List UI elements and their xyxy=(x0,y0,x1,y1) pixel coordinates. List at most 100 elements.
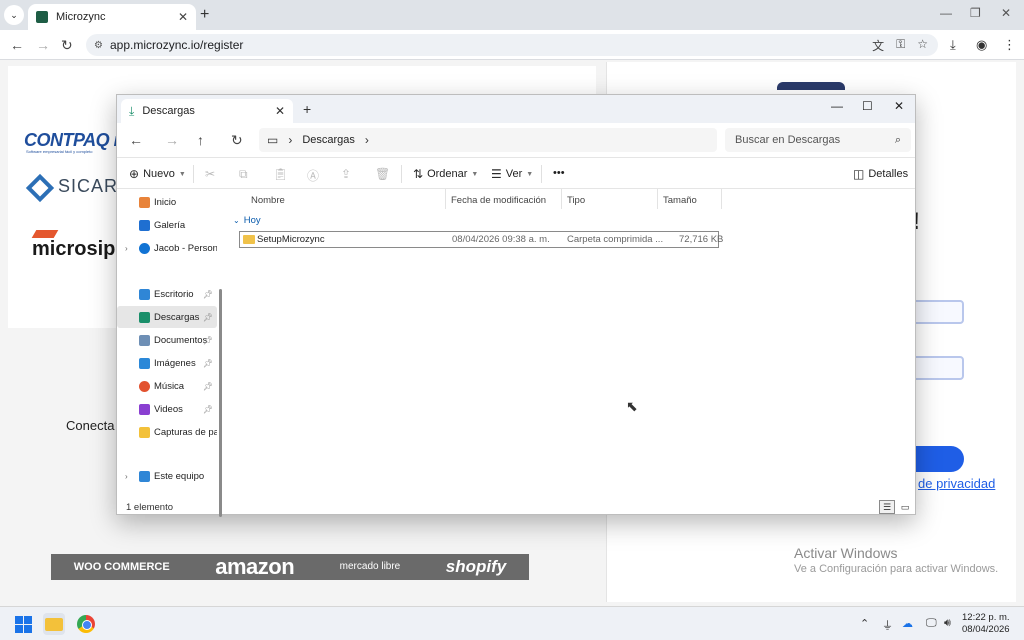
browser-menu-icon[interactable]: ⋮ xyxy=(1003,37,1016,53)
conecta-text: Conecta t xyxy=(66,418,122,433)
tab-search-menu-button[interactable]: ⌄ xyxy=(4,5,24,25)
volume-icon[interactable]: 🔊︎ xyxy=(944,617,951,630)
new-button[interactable]: ⊕ Nuevo ▼ xyxy=(129,167,186,181)
sidebar-item-inicio[interactable]: Inicio xyxy=(117,191,217,213)
network-icon[interactable]: 🖵︎ xyxy=(926,617,937,630)
share-icon[interactable]: ⇪ xyxy=(341,167,351,181)
column-divider[interactable] xyxy=(561,189,562,209)
browser-tab-strip: ⌄ Microzync ✕ + — ❐ ✕ xyxy=(0,0,1024,30)
onedrive-icon xyxy=(139,242,150,254)
more-options-button[interactable]: ••• xyxy=(553,167,565,179)
sidebar-scrollbar[interactable] xyxy=(219,289,222,517)
sidebar-item-onedrive[interactable]: › Jacob - Personal xyxy=(117,237,217,259)
bookmark-star-icon[interactable]: ☆ xyxy=(917,37,928,54)
restore-icon[interactable]: ❐ xyxy=(970,6,981,20)
onedrive-tray-icon[interactable]: ☁ xyxy=(902,617,913,630)
gallery-icon xyxy=(139,219,150,231)
rename-icon[interactable]: Ⓐ xyxy=(307,167,319,184)
sidebar-item-videos[interactable]: Videos 📌︎ xyxy=(117,398,217,420)
close-window-icon[interactable]: ✕ xyxy=(894,99,904,113)
sidebar-item-galeria[interactable]: Galería xyxy=(117,214,217,236)
cut-icon[interactable]: ✂ xyxy=(205,167,215,181)
refresh-icon[interactable]: ↻ xyxy=(231,132,243,149)
column-divider[interactable] xyxy=(657,189,658,209)
search-placeholder: Buscar en Descargas xyxy=(735,134,841,146)
column-divider[interactable] xyxy=(721,189,722,209)
microsip-logo-icon xyxy=(31,230,59,238)
browser-tab-title: Microzync xyxy=(56,11,106,23)
sidebar-item-escritorio[interactable]: Escritorio 📌︎ xyxy=(117,283,217,305)
taskbar-clock[interactable]: 12:22 p. m. 08/04/2026 xyxy=(962,612,1010,636)
sidebar-item-musica[interactable]: Música 📌︎ xyxy=(117,375,217,397)
delete-icon[interactable]: 🗑︎ xyxy=(375,167,390,181)
minimize-icon[interactable]: — xyxy=(940,6,952,20)
explorer-search-input[interactable]: Buscar en Descargas ⌕ xyxy=(725,128,911,152)
forward-icon[interactable]: → xyxy=(36,37,50,53)
clock-time: 12:22 p. m. xyxy=(962,612,1010,623)
chevron-right-icon[interactable]: › xyxy=(365,133,369,147)
translate-icon[interactable]: 文 xyxy=(872,37,884,54)
new-tab-button[interactable]: + xyxy=(200,6,209,24)
chevron-down-icon: ▼ xyxy=(526,170,534,178)
back-icon[interactable]: ← xyxy=(10,37,24,53)
explorer-command-bar: ⊕ Nuevo ▼ ✂ ⧉ 📋︎ Ⓐ ⇪ 🗑︎ ⇅ Ordenar ▼ ☰ Ve… xyxy=(117,157,915,189)
profile-icon[interactable]: ◉ xyxy=(976,37,987,53)
chevron-up-icon[interactable]: ⌃ xyxy=(860,617,869,630)
chevron-right-icon[interactable]: › xyxy=(125,472,128,481)
minimize-icon[interactable]: — xyxy=(831,99,843,113)
sidebar-item-label: Galería xyxy=(154,219,186,231)
sidebar-item-este-equipo[interactable]: › Este equipo xyxy=(117,465,217,487)
column-divider[interactable] xyxy=(445,189,446,209)
close-tab-icon[interactable]: ✕ xyxy=(178,10,188,24)
file-explorer-taskbar-icon[interactable] xyxy=(43,613,65,635)
windows-start-icon[interactable] xyxy=(12,613,34,635)
details-pane-button[interactable]: ◫ Detalles xyxy=(853,167,908,181)
browser-tab[interactable]: Microzync ✕ xyxy=(28,4,196,30)
register-submit-button[interactable] xyxy=(912,446,964,472)
column-header-modified[interactable]: Fecha de modificación xyxy=(451,195,546,206)
sidebar-item-documentos[interactable]: Documentos 📌︎ xyxy=(117,329,217,351)
view-button[interactable]: ☰ Ver ▼ xyxy=(491,167,533,181)
divider xyxy=(541,165,542,183)
password-key-icon[interactable]: ⚿ xyxy=(896,37,905,54)
explorer-address-bar[interactable]: ▭ › Descargas › xyxy=(259,128,717,152)
sort-button[interactable]: ⇅ Ordenar ▼ xyxy=(413,167,478,181)
maximize-icon[interactable]: ☐ xyxy=(862,99,873,113)
tiles-view-icon[interactable]: ▭ xyxy=(897,500,913,514)
usb-icon[interactable]: ⏚ xyxy=(882,617,893,633)
site-info-icon[interactable]: ⚙ xyxy=(94,40,110,51)
copy-icon[interactable]: ⧉ xyxy=(239,167,248,182)
address-bar[interactable]: ⚙ app.microzync.io/register 文 ⚿ ☆ xyxy=(86,34,938,56)
close-tab-icon[interactable]: ✕ xyxy=(275,104,285,118)
chrome-taskbar-icon[interactable] xyxy=(75,613,97,635)
table-row[interactable]: SetupMicrozync 08/04/2026 09:38 a. m. Ca… xyxy=(239,231,723,248)
sidebar-item-capturas[interactable]: Capturas de pan xyxy=(117,421,217,443)
reload-icon[interactable]: ↻ xyxy=(61,37,73,54)
close-window-icon[interactable]: ✕ xyxy=(1001,6,1011,20)
sidebar-item-imagenes[interactable]: Imágenes 📌︎ xyxy=(117,352,217,374)
chevron-right-icon[interactable]: › xyxy=(125,244,128,253)
computer-icon: ▭ xyxy=(267,133,279,147)
column-header-size[interactable]: Tamaño xyxy=(663,195,697,206)
sidebar-item-descargas[interactable]: Descargas 📌︎ xyxy=(117,306,217,328)
up-icon[interactable]: ↑ xyxy=(197,132,204,148)
column-header-type[interactable]: Tipo xyxy=(567,195,585,206)
download-icon[interactable]: ⤓ xyxy=(950,37,956,53)
address-url: app.microzync.io/register xyxy=(110,38,244,52)
details-view-icon[interactable]: ☰ xyxy=(879,500,895,514)
group-header-today[interactable]: ⌄ Hoy xyxy=(233,215,261,226)
register-input-2[interactable] xyxy=(912,356,964,380)
explorer-tab[interactable]: ⤓ Descargas ✕ xyxy=(121,99,293,123)
explorer-new-tab-button[interactable]: + xyxy=(303,101,311,117)
forward-icon[interactable]: → xyxy=(165,132,179,148)
column-header-name[interactable]: Nombre xyxy=(251,195,285,206)
file-name: SetupMicrozync xyxy=(257,234,325,245)
sidebar-item-label: Jacob - Personal xyxy=(154,242,217,254)
back-icon[interactable]: ← xyxy=(129,132,143,148)
register-input-1[interactable] xyxy=(912,300,964,324)
sicar-logo: SICAR xyxy=(58,176,119,196)
paste-icon[interactable]: 📋︎ xyxy=(273,167,288,181)
privacy-link[interactable]: de privacidad xyxy=(918,476,995,491)
breadcrumb-downloads[interactable]: Descargas xyxy=(302,134,355,146)
chevron-right-icon[interactable]: › xyxy=(288,133,292,147)
